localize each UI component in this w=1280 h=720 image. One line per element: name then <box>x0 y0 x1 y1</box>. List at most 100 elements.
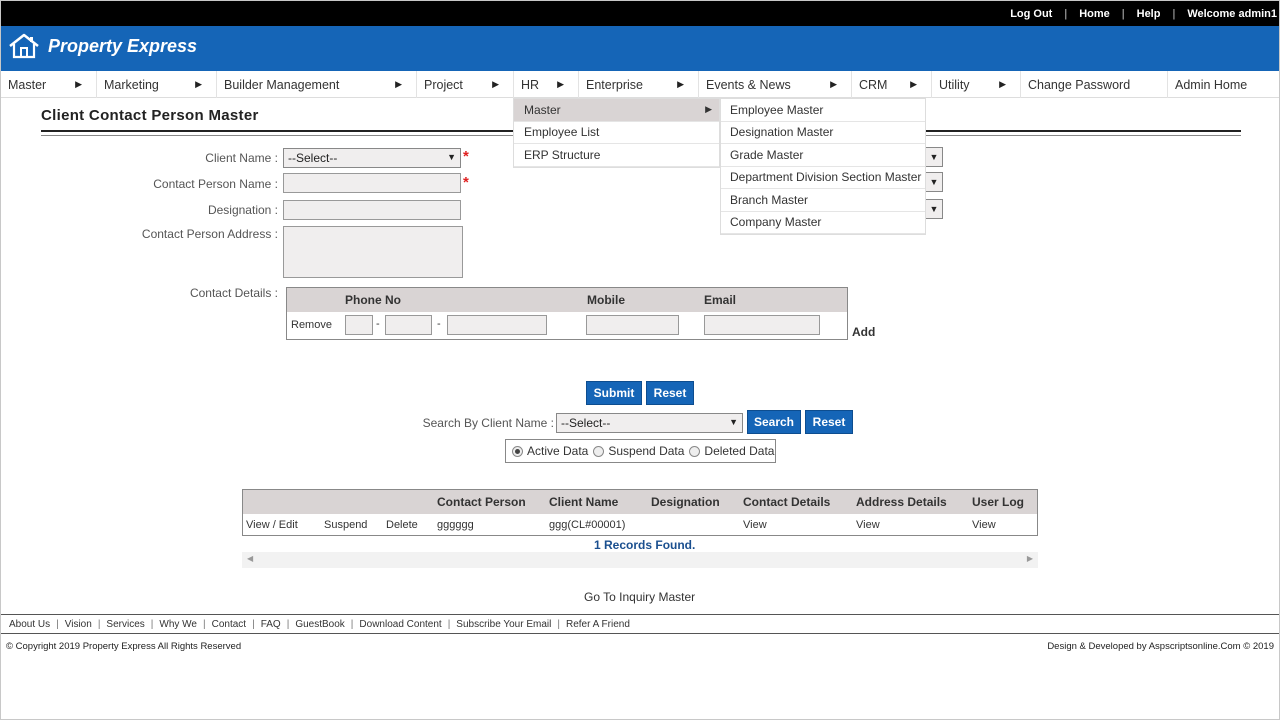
menu-item-change-password[interactable]: Change Password <box>1021 71 1168 98</box>
dash: - <box>376 318 380 330</box>
footer-link-guestbook[interactable]: GuestBook <box>295 619 344 630</box>
contact-details-view-link[interactable]: View <box>743 519 767 531</box>
email-input[interactable] <box>704 315 820 335</box>
search-button[interactable]: Search <box>747 410 801 434</box>
footer-link-refer[interactable]: Refer A Friend <box>566 619 630 630</box>
separator: | <box>150 618 154 630</box>
separator: | <box>97 618 101 630</box>
separator: | <box>1064 8 1068 20</box>
scroll-left-icon[interactable]: ◀ <box>247 554 253 563</box>
menu-item-project[interactable]: Project ▶ <box>417 71 514 98</box>
logout-link[interactable]: Log Out <box>1010 8 1052 20</box>
menu-item-utility[interactable]: Utility ▶ <box>932 71 1021 98</box>
menu-label: Events & News <box>706 77 791 92</box>
phone-code-input[interactable] <box>345 315 373 335</box>
user-log-view-link[interactable]: View <box>972 519 996 531</box>
hr-menu-item-employee-list[interactable]: Employee List <box>514 122 719 144</box>
separator: | <box>286 618 290 630</box>
address-details-view-link[interactable]: View <box>856 519 880 531</box>
client-name-select[interactable]: --Select-- ▼ <box>283 148 461 168</box>
deleted-data-radio[interactable] <box>689 445 701 457</box>
footer-link-contact[interactable]: Contact <box>212 619 246 630</box>
chevron-down-icon[interactable]: ▼ <box>926 147 943 167</box>
brand-name: Property Express <box>48 35 198 56</box>
required-icon: * <box>463 148 469 165</box>
footer-link-about[interactable]: About Us <box>9 619 50 630</box>
submenu-item-department-master[interactable]: Department Division Section Master <box>721 167 925 189</box>
footer-link-services[interactable]: Services <box>106 619 144 630</box>
records-grid: Contact Person Client Name Designation C… <box>242 489 1038 536</box>
footer-link-faq[interactable]: FAQ <box>261 619 281 630</box>
phone-area-input[interactable] <box>385 315 432 335</box>
copyright-text: © Copyright 2019 Property Express All Ri… <box>6 641 242 652</box>
menu-item-hr[interactable]: HR ▶ <box>514 71 579 98</box>
submenu-item-grade-master[interactable]: Grade Master <box>721 144 925 167</box>
reset-button[interactable]: Reset <box>646 381 694 405</box>
designation-input[interactable] <box>283 200 461 220</box>
footer-link-download[interactable]: Download Content <box>359 619 441 630</box>
caret-right-icon: ▶ <box>75 79 82 89</box>
chevron-down-icon: ▼ <box>447 152 456 162</box>
hr-menu-label: Employee List <box>524 125 600 140</box>
menu-item-marketing[interactable]: Marketing ▶ <box>97 71 217 98</box>
scroll-right-icon[interactable]: ▶ <box>1027 554 1033 563</box>
submenu-item-employee-master[interactable]: Employee Master <box>721 99 925 122</box>
caret-right-icon: ▶ <box>830 79 837 89</box>
search-client-select[interactable]: --Select-- ▼ <box>556 413 743 433</box>
home-link[interactable]: Home <box>1079 8 1110 20</box>
address-textarea[interactable] <box>283 226 463 278</box>
separator: | <box>1172 8 1176 20</box>
remove-link[interactable]: Remove <box>291 319 332 331</box>
menu-item-enterprise[interactable]: Enterprise ▶ <box>579 71 699 98</box>
contact-table-header: Phone No Mobile Email <box>287 288 847 312</box>
contact-person-input[interactable] <box>283 173 461 193</box>
footer-link-subscribe[interactable]: Subscribe Your Email <box>456 619 551 630</box>
search-reset-button[interactable]: Reset <box>805 410 853 434</box>
view-edit-link[interactable]: View / Edit <box>246 519 298 531</box>
hr-menu-item-erp-structure[interactable]: ERP Structure <box>514 144 719 167</box>
menu-item-crm[interactable]: CRM ▶ <box>852 71 932 98</box>
data-filter-group: Active Data Suspend Data Deleted Data <box>505 439 776 463</box>
menu-item-admin-home[interactable]: Admin Home <box>1168 71 1279 98</box>
records-found: 1 Records Found. <box>594 538 696 552</box>
grid-header-client-name: Client Name <box>549 495 619 509</box>
mobile-input[interactable] <box>586 315 679 335</box>
phone-header: Phone No <box>345 293 401 307</box>
chevron-down-icon[interactable]: ▼ <box>926 172 943 192</box>
menu-item-master[interactable]: Master ▶ <box>1 71 97 98</box>
active-data-radio[interactable] <box>512 445 523 457</box>
help-link[interactable]: Help <box>1137 8 1161 20</box>
separator: | <box>203 618 206 630</box>
submenu-item-designation-master[interactable]: Designation Master <box>721 122 925 144</box>
menu-label: Utility <box>939 77 970 92</box>
hr-menu-item-master[interactable]: Master ▶ <box>514 99 719 122</box>
suspend-data-radio[interactable] <box>593 445 605 457</box>
suspend-link[interactable]: Suspend <box>324 519 367 531</box>
caret-right-icon: ▶ <box>395 79 402 89</box>
submenu-item-company-master[interactable]: Company Master <box>721 212 925 234</box>
developer-credit: Design & Developed by Aspscriptsonline.C… <box>1047 641 1274 652</box>
chevron-down-icon[interactable]: ▼ <box>926 199 943 219</box>
submit-button[interactable]: Submit <box>586 381 642 405</box>
caret-right-icon: ▶ <box>910 79 917 89</box>
caret-right-icon: ▶ <box>705 104 712 115</box>
top-bar: Log Out | Home | Help | Welcome admin1 <box>1 1 1279 26</box>
footer-links: About Us | Vision | Services | Why We | Cont… <box>1 614 1279 634</box>
separator: | <box>557 618 560 630</box>
phone-number-input[interactable] <box>447 315 547 335</box>
goto-inquiry-link[interactable]: Go To Inquiry Master <box>584 590 695 604</box>
submenu-item-branch-master[interactable]: Branch Master <box>721 189 925 212</box>
contact-person-label: Contact Person Name : <box>153 177 278 191</box>
menu-item-builder-management[interactable]: Builder Management ▶ <box>217 71 417 98</box>
delete-link[interactable]: Delete <box>386 519 418 531</box>
add-link[interactable]: Add <box>852 325 875 339</box>
footer-link-why-we[interactable]: Why We <box>159 619 197 630</box>
separator: | <box>252 618 255 630</box>
horizontal-scrollbar[interactable]: ◀ ▶ <box>242 552 1038 568</box>
menu-label: Builder Management <box>224 77 340 92</box>
footer-link-vision[interactable]: Vision <box>65 619 92 630</box>
page-title: Client Contact Person Master <box>41 107 259 124</box>
menu-item-events-news[interactable]: Events & News ▶ <box>699 71 852 98</box>
site-logo[interactable]: Property Express <box>8 33 197 59</box>
cell-contact-person: gggggg <box>437 519 474 531</box>
